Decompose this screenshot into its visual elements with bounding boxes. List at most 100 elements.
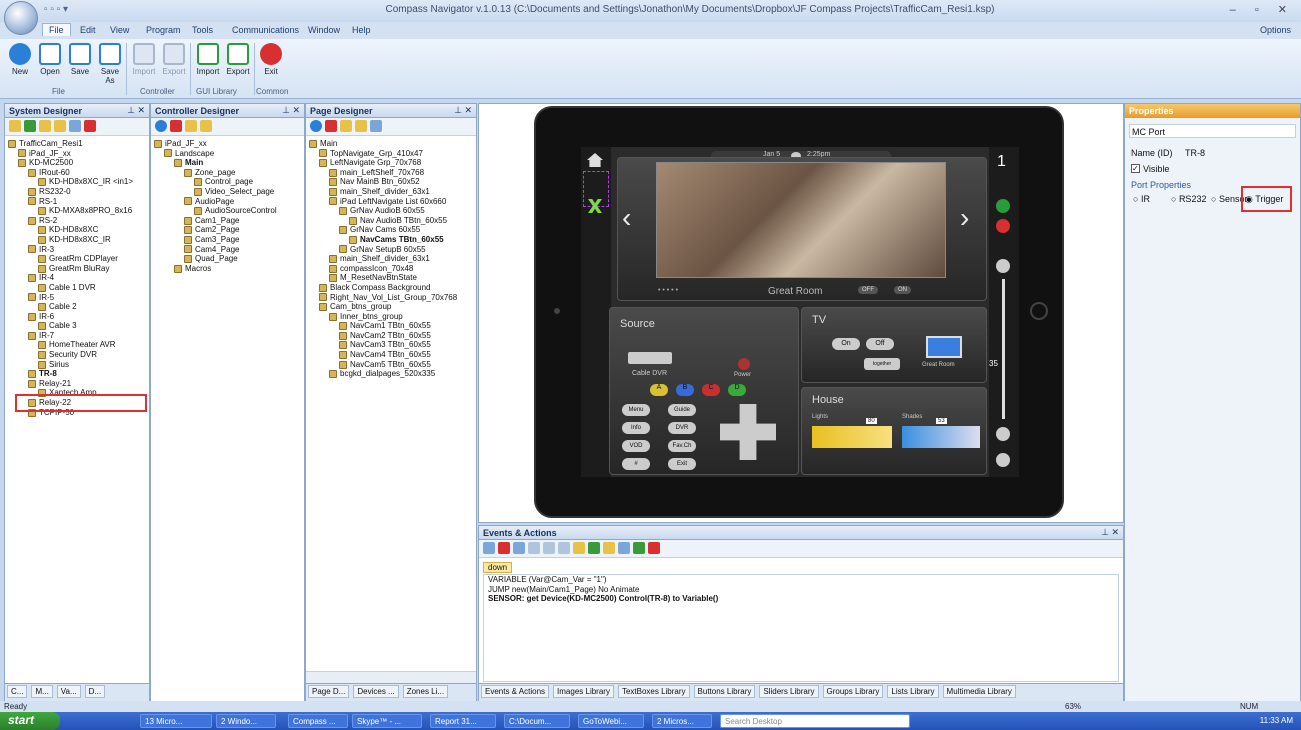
action-line[interactable]: SENSOR: get Device(KD-MC2500) Control(TR… bbox=[484, 594, 1118, 604]
taskbar-item[interactable]: GoToWebi... bbox=[578, 714, 644, 728]
taskbar-item[interactable]: 2 Windo... bbox=[216, 714, 276, 728]
taskbar-item[interactable]: Compass ... bbox=[288, 714, 348, 728]
hash-button[interactable]: # bbox=[622, 458, 650, 470]
open-button[interactable]: Open bbox=[36, 43, 64, 76]
tab-events-actions[interactable]: Events & Actions bbox=[481, 685, 550, 698]
tree-node[interactable]: KD-HD8x8XC_IR <in1> bbox=[8, 177, 146, 187]
tree-node[interactable]: NavCam5 TBtn_60x55 bbox=[309, 360, 473, 370]
off-button[interactable]: OFF bbox=[858, 286, 878, 294]
tool-icon[interactable] bbox=[54, 120, 66, 132]
radio-rs232[interactable]: ○ RS232 bbox=[1171, 194, 1206, 204]
tool-icon[interactable] bbox=[24, 120, 36, 132]
prev-arrow-icon[interactable]: ‹ bbox=[622, 198, 644, 238]
tab-zones[interactable]: Zones Li... bbox=[402, 685, 449, 698]
menu-button[interactable]: Menu bbox=[622, 404, 650, 416]
radio-trigger[interactable]: ◉ Trigger bbox=[1241, 186, 1292, 212]
red-button[interactable] bbox=[996, 219, 1010, 233]
tree-node[interactable]: KD-HD8x8XC bbox=[8, 225, 146, 235]
tab-d[interactable]: D... bbox=[84, 685, 106, 698]
b-button[interactable]: B bbox=[676, 384, 694, 396]
tree-node[interactable]: M_ResetNavBtnState bbox=[309, 273, 473, 283]
tab-help[interactable]: Help bbox=[346, 24, 377, 36]
pin-close-icon[interactable]: ⊥ ✕ bbox=[127, 105, 145, 116]
mute-button[interactable] bbox=[996, 453, 1010, 467]
tree-node[interactable]: NavCams TBtn_60x55 bbox=[309, 235, 473, 245]
tree-node[interactable]: Black Compass Background bbox=[309, 283, 473, 293]
window-controls[interactable]: – ▫ ✕ bbox=[1230, 3, 1295, 16]
tool-icon[interactable] bbox=[603, 542, 615, 554]
controller-import-button[interactable]: Import bbox=[130, 43, 158, 76]
tree-node[interactable]: main_Shelf_divider_63x1 bbox=[309, 254, 473, 264]
exit-key-button[interactable]: Exit bbox=[668, 458, 696, 470]
tree-node[interactable]: GreatRm BluRay bbox=[8, 264, 146, 274]
shades-slider[interactable] bbox=[902, 426, 980, 448]
tv-on-button[interactable]: On bbox=[832, 338, 860, 350]
tree-node[interactable]: GrNav AudioB 60x55 bbox=[309, 206, 473, 216]
binoculars-icon[interactable] bbox=[370, 120, 382, 132]
volume-up-button[interactable] bbox=[996, 259, 1010, 273]
tree-node[interactable]: IR-4 bbox=[8, 273, 146, 283]
home-icon[interactable] bbox=[587, 153, 603, 167]
tab-devices[interactable]: Devices ... bbox=[353, 685, 399, 698]
radio-ir[interactable]: ○ IR bbox=[1133, 194, 1150, 204]
tree-node[interactable]: GreatRm CDPlayer bbox=[8, 254, 146, 264]
tab-edit[interactable]: Edit bbox=[74, 24, 102, 36]
tree-node[interactable]: RS232-0 bbox=[8, 187, 146, 197]
on-button[interactable]: ON bbox=[894, 286, 911, 294]
tree-node[interactable]: KD-MXA8x8PRO_8x16 bbox=[8, 206, 146, 216]
tree-node[interactable]: IR-3 bbox=[8, 245, 146, 255]
tool-icon[interactable] bbox=[633, 542, 645, 554]
tree-node[interactable]: Zone_page bbox=[154, 168, 301, 178]
tool-icon[interactable] bbox=[588, 542, 600, 554]
tree-node[interactable]: NavCam1 TBtn_60x55 bbox=[309, 321, 473, 331]
dvr-button[interactable]: DVR bbox=[668, 422, 696, 434]
d-button[interactable]: D bbox=[728, 384, 746, 396]
add-icon[interactable] bbox=[155, 120, 167, 132]
tab-groups-library[interactable]: Groups Library bbox=[822, 685, 884, 698]
tree-node[interactable]: Cam_btns_group bbox=[309, 302, 473, 312]
tree-node[interactable]: iPad LeftNavigate List 60x660 bbox=[309, 197, 473, 207]
tree-node[interactable]: AudioSourceControl bbox=[154, 206, 301, 216]
tree-node[interactable]: Nav MainB Btn_60x52 bbox=[309, 177, 473, 187]
tree-node[interactable]: NavCam4 TBtn_60x55 bbox=[309, 350, 473, 360]
next-arrow-icon[interactable]: › bbox=[960, 198, 982, 238]
tool-icon[interactable] bbox=[543, 542, 555, 554]
guide-button[interactable]: Guide bbox=[668, 404, 696, 416]
favch-button[interactable]: Fav.Ch bbox=[668, 440, 696, 452]
taskbar-item[interactable]: C:\Docum... bbox=[504, 714, 570, 728]
tab-communications[interactable]: Communications bbox=[226, 24, 305, 36]
pin-close-icon[interactable]: ⊥ ✕ bbox=[454, 105, 472, 116]
add-icon[interactable] bbox=[310, 120, 322, 132]
tab-textboxes-library[interactable]: TextBoxes Library bbox=[617, 685, 690, 698]
tab-program[interactable]: Program bbox=[140, 24, 187, 36]
tree-node[interactable]: Cam2_Page bbox=[154, 225, 301, 235]
tool-icon[interactable] bbox=[355, 120, 367, 132]
tv-off-button[interactable]: Off bbox=[866, 338, 894, 350]
taskbar-item[interactable]: 2 Micros... bbox=[652, 714, 712, 728]
delete-icon[interactable] bbox=[648, 542, 660, 554]
tool-icon[interactable] bbox=[528, 542, 540, 554]
vod-button[interactable]: VOD bbox=[622, 440, 650, 452]
tree-node[interactable]: RS-1 bbox=[8, 197, 146, 207]
taskbar-item[interactable]: 13 Micro... bbox=[140, 714, 212, 728]
tree-node[interactable]: IR-6 bbox=[8, 312, 146, 322]
tab-va[interactable]: Va... bbox=[56, 685, 81, 698]
tree-node[interactable]: iPad_JF_xx bbox=[154, 139, 301, 149]
tree-node[interactable]: Relay-21 bbox=[8, 379, 146, 389]
tree-node[interactable]: IR-5 bbox=[8, 293, 146, 303]
tool-icon[interactable] bbox=[200, 120, 212, 132]
tree-node[interactable]: iPad_JF_xx bbox=[8, 149, 146, 159]
tab-multimedia-library[interactable]: Multimedia Library bbox=[942, 685, 1016, 698]
tree-node[interactable]: KD-MC2500 bbox=[8, 158, 146, 168]
volume-down-button[interactable] bbox=[996, 427, 1010, 441]
tree-node[interactable]: HomeTheater AVR bbox=[8, 340, 146, 350]
name-value[interactable]: TR-8 bbox=[1185, 148, 1205, 158]
tree-node[interactable]: Quad_Page bbox=[154, 254, 301, 264]
tab-page-designer[interactable]: Page D... bbox=[308, 685, 350, 698]
tab-buttons-library[interactable]: Buttons Library bbox=[693, 685, 756, 698]
tree-node[interactable]: Cable 3 bbox=[8, 321, 146, 331]
tree-node[interactable]: bcgkd_dialpages_520x335 bbox=[309, 369, 473, 379]
tab-c[interactable]: C... bbox=[7, 685, 28, 698]
tree-node[interactable]: Video_Select_page bbox=[154, 187, 301, 197]
tab-m[interactable]: M... bbox=[31, 685, 53, 698]
